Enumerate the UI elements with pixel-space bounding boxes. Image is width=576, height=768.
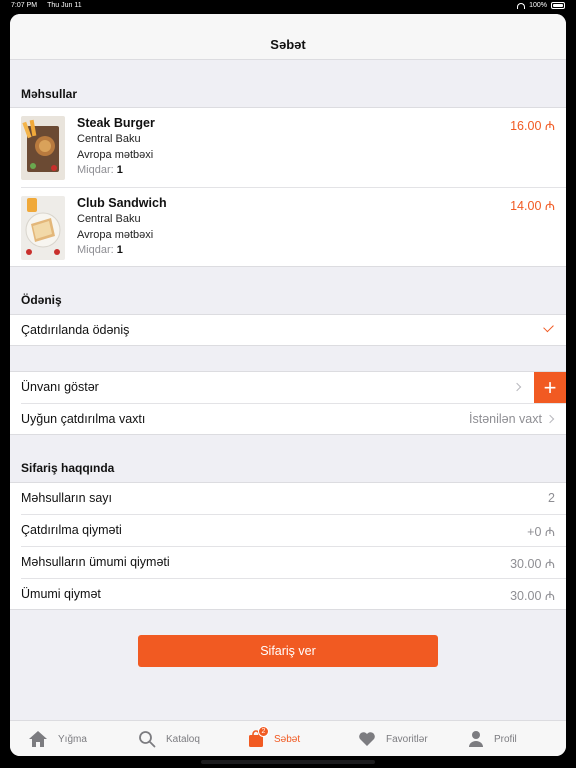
products-section-title: Məhsullar [21,87,78,101]
payment-group: Çatdırılanda ödəniş [10,314,566,346]
payment-section-title: Ödəniş [21,293,62,307]
products-list: Steak Burger Central Baku Avropa mətbəxi… [10,107,566,267]
order-info-label: Məhsulların sayı [21,491,113,505]
cart-item[interactable]: Club Sandwich Central Baku Avropa mətbəx… [10,188,566,266]
tab-bar: Yığma Kataloq 2 Səbət Favoritlər Profil [10,720,566,756]
tab-profile[interactable]: Profil [468,721,517,756]
navigation-bar: Səbət [10,14,566,60]
status-time: 7:07 PM [11,2,38,9]
order-info-value: 30.00 ₼ [510,589,555,603]
cart-item[interactable]: Steak Burger Central Baku Avropa mətbəxi… [10,108,566,186]
add-address-button[interactable]: + [534,372,566,404]
tab-label: Yığma [58,733,87,745]
tab-label: Kataloq [166,733,200,745]
payment-method-label: Çatdırılanda ödəniş [21,323,130,337]
order-info-label: Çatdırılma qiyməti [21,523,122,537]
bag-icon: 2 [248,726,269,748]
place-order-button[interactable]: Sifariş ver [138,635,438,667]
cart-screen: Səbət Məhsullar Steak Burger Central Bak… [10,14,566,756]
order-info-row: Məhsulların sayı 2 [10,483,566,515]
search-icon [138,730,156,748]
tab-home[interactable]: Yığma [28,721,87,756]
order-info-section-title: Sifariş haqqında [21,461,115,475]
checkmark-icon [543,321,554,333]
person-icon [468,730,484,748]
page-title: Səbət [270,37,306,52]
order-info-value: +0 ₼ [527,525,555,539]
chevron-right-icon [512,382,522,392]
order-info-group: Məhsulların sayı 2 Çatdırılma qiyməti +0… [10,482,566,610]
home-icon [28,730,48,748]
order-info-row: Çatdırılma qiyməti +0 ₼ [10,515,566,547]
battery-icon [551,2,565,9]
cart-badge: 2 [258,726,269,737]
product-image-steak-burger [21,116,65,180]
address-row[interactable]: Ünvanı göstər + [10,372,566,404]
product-quantity: Miqdar: 1 [77,164,123,176]
tab-favorites[interactable]: Favoritlər [358,721,428,756]
product-price: 16.00 ₼ [510,119,555,133]
product-cuisine: Avropa mətbəxi [77,149,154,161]
order-info-row: Məhsulların ümumi qiyməti 30.00 ₼ [10,547,566,579]
wifi-icon [517,2,526,9]
tab-label: Favoritlər [386,733,428,745]
heart-icon [358,731,376,747]
product-restaurant: Central Baku [77,133,141,145]
order-info-label: Məhsulların ümumi qiyməti [21,555,170,569]
order-info-row: Ümumi qiymət 30.00 ₼ [10,579,566,611]
product-quantity: Miqdar: 1 [77,244,123,256]
tab-label: Səbət [274,733,301,745]
tab-label: Profil [494,733,517,745]
delivery-time-row[interactable]: Uyğun çatdırılma vaxtı İstənilən vaxt [10,404,566,436]
delivery-time-label: Uyğun çatdırılma vaxtı [21,412,146,426]
product-name: Club Sandwich [77,196,167,210]
chevron-right-icon [545,414,555,424]
product-price: 14.00 ₼ [510,199,555,213]
order-info-value: 30.00 ₼ [510,557,555,571]
quantity-value: 1 [116,164,123,176]
battery-percent: 100% [529,2,547,9]
quantity-label: Miqdar: [77,164,114,176]
status-bar: 7:07 PM Thu Jun 11 100% [0,0,576,12]
quantity-value: 1 [116,244,123,256]
quantity-label: Miqdar: [77,244,114,256]
home-indicator [201,760,375,764]
product-restaurant: Central Baku [77,213,141,225]
order-info-value: 2 [548,491,555,505]
address-label: Ünvanı göstər [21,380,99,394]
tab-catalog[interactable]: Kataloq [138,721,200,756]
payment-method-row[interactable]: Çatdırılanda ödəniş [10,315,566,347]
status-date: Thu Jun 11 [47,2,82,9]
order-info-label: Ümumi qiymət [21,587,101,601]
product-cuisine: Avropa mətbəxi [77,229,154,241]
delivery-group: Ünvanı göstər + Uyğun çatdırılma vaxtı İ… [10,371,566,435]
product-image-club-sandwich [21,196,65,260]
tab-cart[interactable]: 2 Səbət [248,721,300,756]
delivery-time-value: İstənilən vaxt [469,412,542,426]
product-name: Steak Burger [77,116,155,130]
